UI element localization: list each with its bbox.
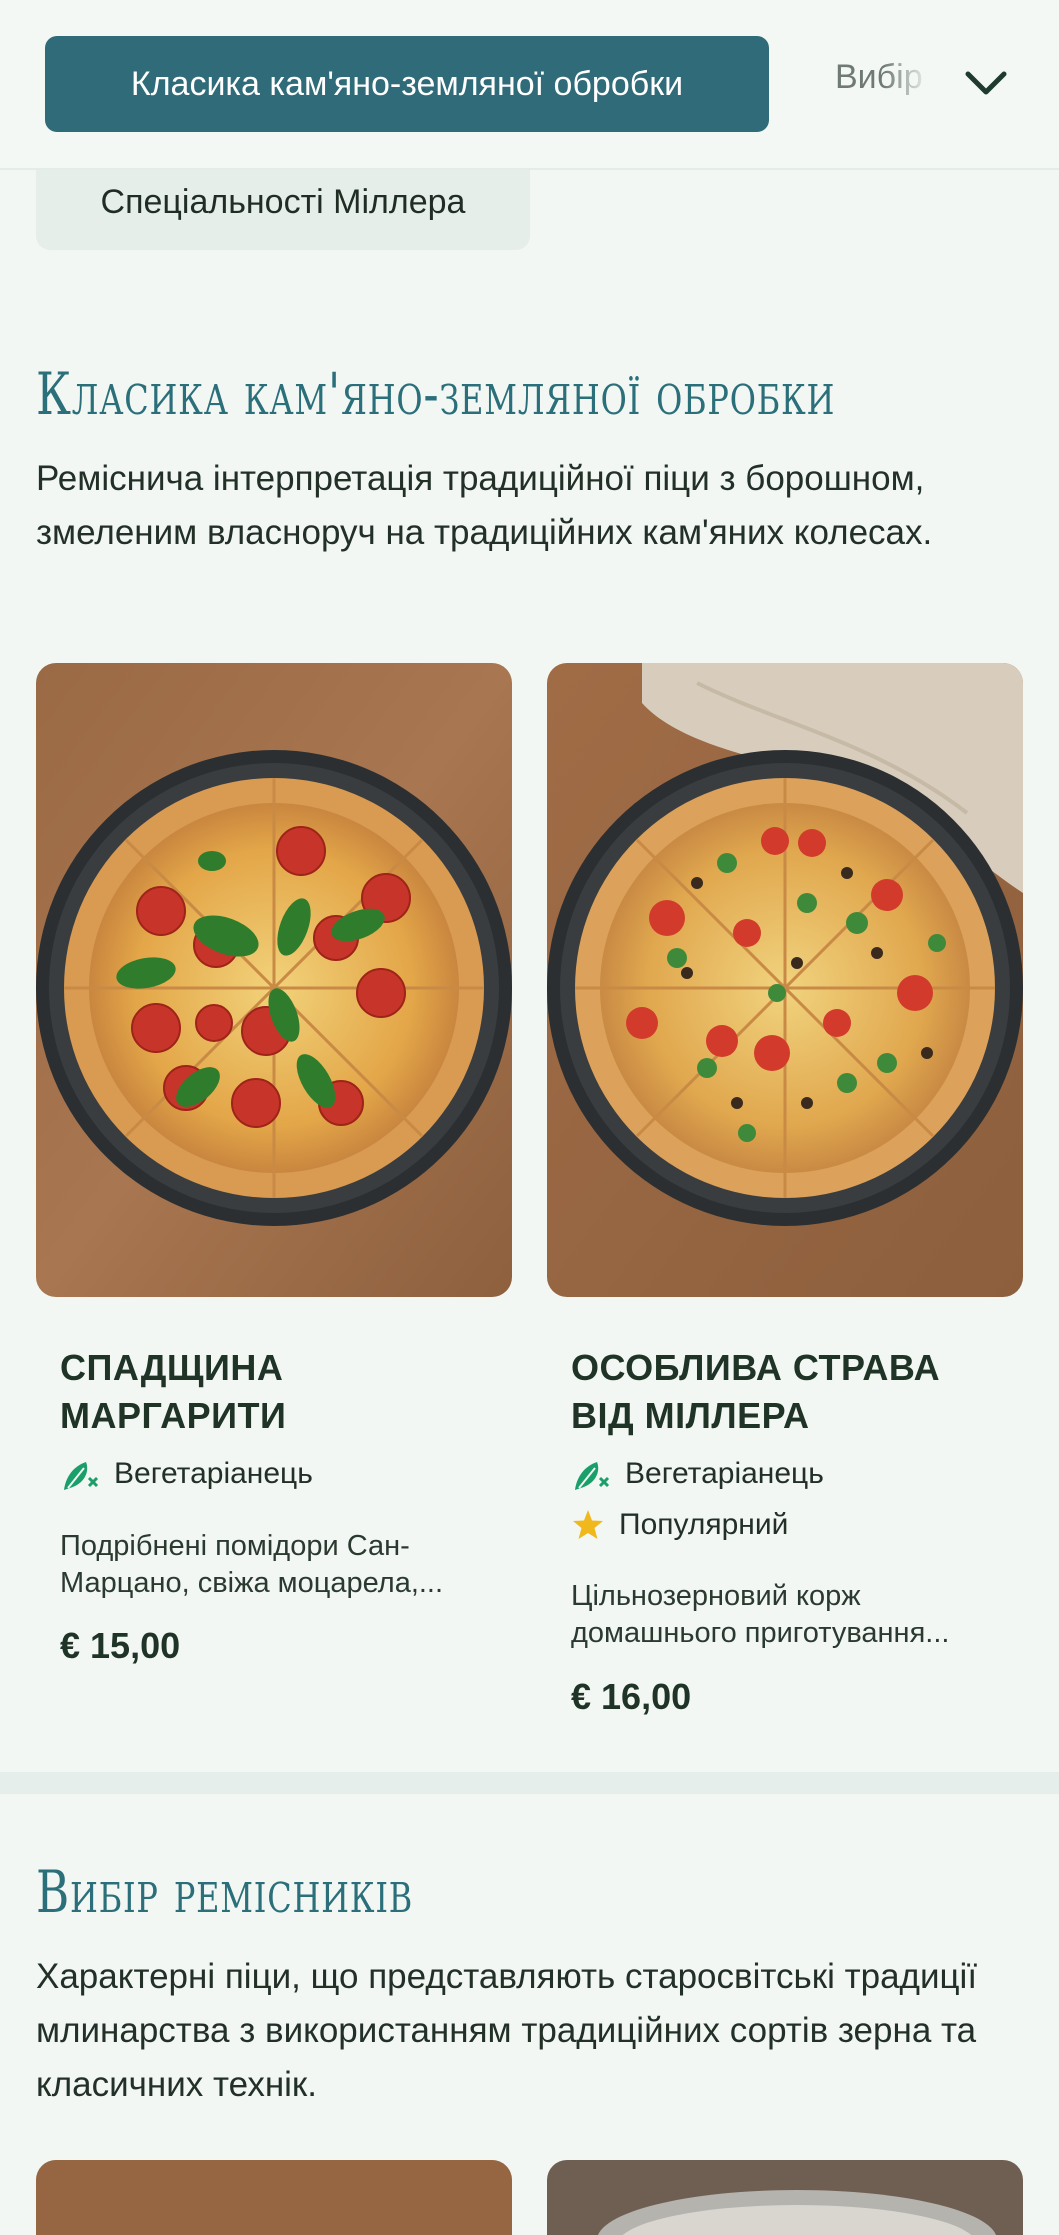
section-title: Класика кам'яно-земляної обробки — [36, 360, 836, 428]
item-name[interactable]: ОСОБЛИВА СТРАВА ВІД МІЛЛЕРА — [571, 1344, 1011, 1440]
section-title: Вибір ремісників — [36, 1858, 414, 1926]
item-description: Цільнозерновий корж домашнього приготува… — [571, 1580, 950, 1649]
pizza-image[interactable] — [547, 2160, 1023, 2235]
tag-label: Вегетаріанець — [625, 1457, 824, 1490]
item-name[interactable]: СПАДЩИНА МАРГАРИТИ — [60, 1344, 480, 1440]
pizza-image-miller-special[interactable] — [547, 663, 1023, 1297]
section-divider — [0, 1772, 1059, 1794]
item-price: € 16,00 — [571, 1676, 692, 1717]
tag-vegetarian: Вегетаріанець — [571, 1456, 824, 1492]
tag-popular: Популярний — [571, 1508, 788, 1542]
vegetarian-icon — [64, 1462, 99, 1490]
section-description: Реміснича інтерпретація традиційної піци… — [36, 459, 933, 552]
tab-artisan-selection[interactable]: Вибір — [835, 58, 923, 110]
star-icon — [573, 1510, 603, 1539]
item-description: Подрібнені помідори Сан-Марцано, свіжа м… — [60, 1530, 444, 1599]
item-price: € 15,00 — [60, 1625, 181, 1666]
section-description: Характерні піци, що представляють старос… — [36, 1957, 978, 2104]
tag-label: Вегетаріанець — [114, 1457, 313, 1490]
category-tab-bar: Класика кам'яно-земляної обробки Вибір — [0, 0, 1059, 170]
tag-label: Популярний — [619, 1508, 789, 1541]
pizza-image[interactable] — [36, 2160, 512, 2235]
vegetarian-icon — [575, 1462, 610, 1490]
pizza-image-margherita[interactable] — [36, 663, 512, 1297]
tag-vegetarian: Вегетаріанець — [60, 1456, 313, 1492]
chevron-down-icon[interactable] — [960, 58, 1012, 110]
tab-stone-ground-classics[interactable]: Класика кам'яно-земляної обробки — [45, 36, 769, 132]
